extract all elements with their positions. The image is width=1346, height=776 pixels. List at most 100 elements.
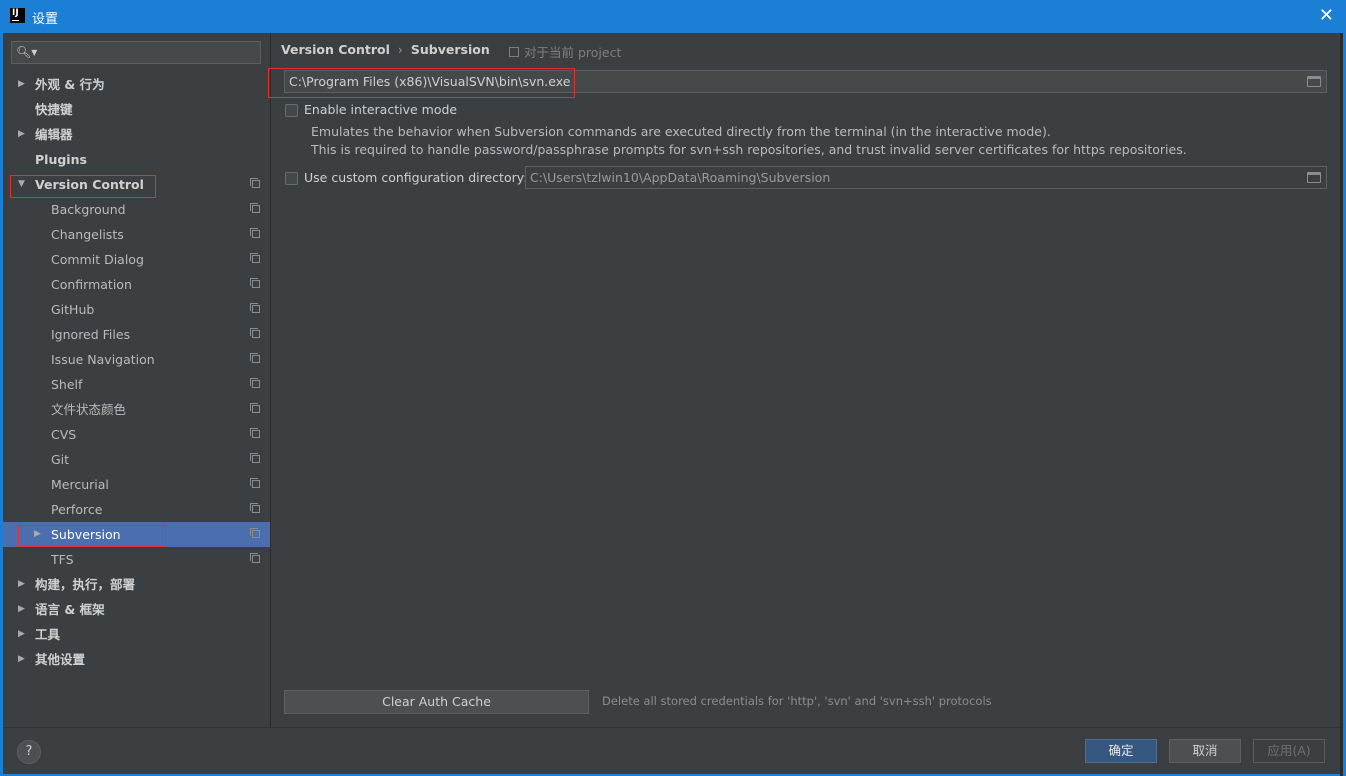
ok-button[interactable]: 确定 (1085, 739, 1157, 763)
svn-executable-path-field[interactable]: C:\Program Files (x86)\VisualSVN\bin\svn… (284, 70, 1327, 93)
sidebar-item[interactable]: 文件状态颜色 (3, 397, 270, 422)
dialog-footer: ? 确定 取消 应用(A) (3, 727, 1340, 774)
sidebar-item-label: 快捷键 (35, 102, 73, 117)
project-level-icon (250, 353, 260, 363)
help-button[interactable]: ? (17, 740, 41, 764)
sidebar-item-label: Subversion (51, 527, 121, 542)
custom-config-label[interactable]: Use custom configuration directory: (304, 170, 527, 185)
collapsed-arrow-icon[interactable]: ▶ (18, 572, 25, 597)
sidebar-item[interactable]: CVS (3, 422, 270, 447)
sidebar-item[interactable]: GitHub (3, 297, 270, 322)
project-level-icon (250, 328, 260, 338)
collapsed-arrow-icon[interactable]: ▶ (18, 597, 25, 622)
settings-search-field[interactable]: 🔍︎▾ (11, 41, 261, 64)
sidebar-item-label: GitHub (51, 302, 95, 317)
sidebar-item-label: 其他设置 (35, 652, 86, 667)
project-level-icon (250, 253, 260, 263)
browse-folder-icon[interactable] (1307, 172, 1321, 183)
sidebar-item-label: Git (51, 452, 70, 467)
sidebar-item[interactable]: Shelf (3, 372, 270, 397)
interactive-mode-description-2: This is required to handle password/pass… (311, 142, 1187, 157)
sidebar-item-label: Changelists (51, 227, 124, 242)
project-level-icon (250, 203, 260, 213)
sidebar-item-label: Commit Dialog (51, 252, 144, 267)
sidebar-item[interactable]: 快捷键 (3, 97, 270, 122)
project-level-icon (250, 453, 260, 463)
project-level-icon (250, 553, 260, 563)
svn-executable-path-value: C:\Program Files (x86)\VisualSVN\bin\svn… (289, 74, 571, 89)
sidebar-item[interactable]: ▶ 其他设置 (3, 647, 270, 672)
interactive-mode-label[interactable]: Enable interactive mode (304, 102, 457, 117)
collapsed-arrow-icon[interactable]: ▶ (18, 72, 25, 97)
project-scope-label: 对于当前 project (509, 42, 621, 61)
sidebar-item[interactable]: Git (3, 447, 270, 472)
clear-auth-cache-button[interactable]: Clear Auth Cache (284, 690, 589, 714)
interactive-mode-description-1: Emulates the behavior when Subversion co… (311, 124, 1051, 139)
sidebar-item[interactable]: TFS (3, 547, 270, 572)
sidebar-item[interactable]: Issue Navigation (3, 347, 270, 372)
project-scope-icon (509, 47, 519, 57)
search-icon: 🔍︎▾ (16, 45, 38, 59)
sidebar-item[interactable]: ▶ 构建，执行，部署 (3, 572, 270, 597)
browse-folder-icon[interactable] (1307, 76, 1321, 87)
settings-tree-sidebar: 🔍︎▾ ▶ 外观 & 行为 快捷键 ▶ 编辑器 Plugins ▼ Version Contr… (3, 33, 270, 727)
collapsed-arrow-icon[interactable]: ▶ (18, 622, 25, 647)
sidebar-item-label: 编辑器 (35, 127, 73, 142)
sidebar-item[interactable]: ▶ 语言 & 框架 (3, 597, 270, 622)
sidebar-item[interactable]: Changelists (3, 222, 270, 247)
subversion-settings-panel: Version Control › Subversion 对于当前 project … (268, 33, 1340, 727)
settings-dialog: IJ 设置 ✕ 🔍︎▾ ▶ 外观 & 行为 快捷键 ▶ 编辑器 Plugins ▼ Versi… (0, 0, 1346, 776)
search-input[interactable] (38, 44, 260, 63)
sidebar-item[interactable]: ▶ 外观 & 行为 (3, 72, 270, 97)
breadcrumb: Version Control › Subversion (281, 42, 490, 57)
close-icon[interactable]: ✕ (1319, 5, 1334, 27)
apply-button[interactable]: 应用(A) (1253, 739, 1325, 763)
right-edge (1340, 33, 1343, 776)
sidebar-item-label: Version Control (35, 177, 144, 192)
sidebar-item-label: Ignored Files (51, 327, 131, 342)
cancel-button[interactable]: 取消 (1169, 739, 1241, 763)
sidebar-item-label: 构建，执行，部署 (35, 577, 136, 592)
sidebar-item[interactable]: ▶ 编辑器 (3, 122, 270, 147)
project-level-icon (250, 428, 260, 438)
window-title: 设置 (32, 12, 59, 27)
project-level-icon (250, 503, 260, 513)
sidebar-item-label: Shelf (51, 377, 83, 392)
sidebar-item[interactable]: ▶ Subversion (3, 522, 270, 547)
custom-config-directory-value: C:\Users\tzlwin10\AppData\Roaming\Subver… (530, 170, 831, 185)
sidebar-item[interactable]: ▶ 工具 (3, 622, 270, 647)
project-level-icon (250, 528, 260, 538)
collapsed-arrow-icon[interactable]: ▶ (18, 122, 25, 147)
sidebar-item[interactable]: Background (3, 197, 270, 222)
sidebar-item-label: Confirmation (51, 277, 132, 292)
sidebar-item[interactable]: Plugins (3, 147, 270, 172)
title-bar: IJ 设置 ✕ (0, 0, 1346, 33)
sidebar-item[interactable]: Mercurial (3, 472, 270, 497)
breadcrumb-separator: › (397, 42, 403, 57)
sidebar-item-label: 工具 (35, 627, 61, 642)
sidebar-item[interactable]: Confirmation (3, 272, 270, 297)
sidebar-item-label: 文件状态颜色 (51, 402, 127, 417)
custom-config-checkbox[interactable] (285, 172, 298, 185)
clear-auth-cache-description: Delete all stored credentials for 'http'… (602, 694, 992, 708)
sidebar-item-label: CVS (51, 427, 77, 442)
expanded-arrow-icon[interactable]: ▼ (18, 172, 25, 197)
collapsed-arrow-icon[interactable]: ▶ (34, 522, 41, 547)
intellij-app-icon: IJ (10, 8, 25, 23)
sidebar-item[interactable]: ▼ Version Control (3, 172, 270, 197)
collapsed-arrow-icon[interactable]: ▶ (18, 647, 25, 672)
sidebar-item[interactable]: Perforce (3, 497, 270, 522)
interactive-mode-checkbox[interactable] (285, 104, 298, 117)
project-level-icon (250, 178, 260, 188)
sidebar-item[interactable]: Ignored Files (3, 322, 270, 347)
sidebar-item-label: 语言 & 框架 (35, 602, 105, 617)
sidebar-item-label: Plugins (35, 152, 87, 167)
project-level-icon (250, 378, 260, 388)
sidebar-item-label: Perforce (51, 502, 103, 517)
sidebar-item[interactable]: Commit Dialog (3, 247, 270, 272)
sidebar-item-label: 外观 & 行为 (35, 77, 105, 92)
sidebar-item-label: TFS (51, 552, 74, 567)
sidebar-item-label: Background (51, 202, 126, 217)
sidebar-item-label: Mercurial (51, 477, 109, 492)
custom-config-directory-field[interactable]: C:\Users\tzlwin10\AppData\Roaming\Subver… (525, 166, 1327, 189)
